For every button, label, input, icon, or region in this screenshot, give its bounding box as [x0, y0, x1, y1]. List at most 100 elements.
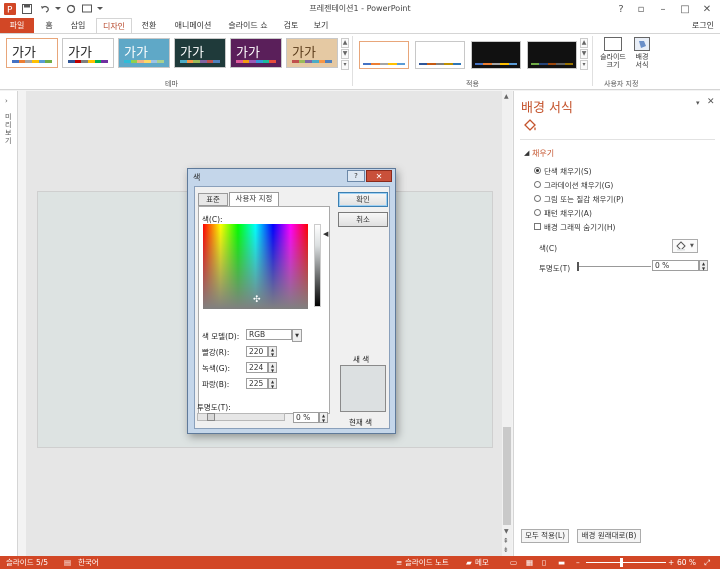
transparency-spinner[interactable]: ▲ ▼ [699, 260, 708, 271]
luminance-slider[interactable] [314, 224, 321, 307]
pane-close-icon[interactable]: ✕ [707, 97, 715, 107]
tab-file[interactable]: 파일 [0, 18, 34, 34]
apply-all-button[interactable]: 모두 적용(L) [521, 529, 569, 543]
maximize-icon[interactable]: □ [674, 0, 696, 18]
green-spinner[interactable]: ▲ ▼ [268, 362, 277, 373]
hide-background-graphics-checkbox[interactable] [534, 223, 541, 230]
tab-standard[interactable]: 표준 [198, 193, 228, 206]
theme-thumbnail[interactable]: 가가 [286, 38, 338, 68]
fill-option-radio[interactable] [534, 209, 541, 216]
dialog-transparency-slider[interactable] [197, 413, 285, 421]
slide-sorter-icon[interactable]: ▦ [526, 557, 533, 568]
color-model-dropdown-icon[interactable]: ▼ [292, 329, 302, 342]
fill-color-button[interactable]: ▼ [672, 239, 698, 253]
transparency-slider-track[interactable] [578, 266, 651, 267]
tab-custom[interactable]: 사용자 지정 [229, 192, 279, 206]
expand-thumbnails-icon[interactable]: › [5, 97, 8, 105]
scroll-up-arrow-icon[interactable]: ▲ [504, 93, 509, 100]
ok-button[interactable]: 확인 [338, 192, 388, 207]
dialog-help-button[interactable]: ? [347, 170, 365, 182]
theme-thumbnail[interactable]: 가가 [174, 38, 226, 68]
fill-option-radio[interactable] [534, 195, 541, 202]
variant-scroll-down[interactable]: ▼ [580, 49, 588, 59]
normal-view-icon[interactable]: ▭ [510, 557, 517, 568]
zoom-out-icon[interactable]: – [576, 557, 580, 568]
login-link[interactable]: 로그인 [692, 18, 714, 33]
blue-spinner[interactable]: ▲ ▼ [268, 378, 277, 389]
tab-transitions[interactable]: 전환 [135, 18, 163, 34]
color-spectrum-picker[interactable]: ✣ [203, 224, 308, 309]
notes-icon: ≡ [396, 558, 403, 567]
color-model-select[interactable]: RGB [246, 329, 292, 340]
fill-section-title[interactable]: 채우기 [532, 148, 554, 159]
slide-size-button[interactable]: 슬라이드 크기 [598, 37, 628, 77]
red-input[interactable]: 220 [246, 346, 268, 357]
slideshow-view-icon[interactable]: ▬ [558, 557, 565, 568]
scroll-down-arrow-icon[interactable]: ▼ [504, 528, 509, 535]
variant-4[interactable] [527, 41, 577, 69]
theme-color-bar [12, 60, 53, 63]
fill-bucket-icon[interactable] [523, 119, 537, 133]
spellcheck-icon[interactable]: ▤ [64, 557, 71, 568]
zoom-slider-thumb[interactable] [620, 558, 623, 567]
tab-animations[interactable]: 애니메이션 [167, 18, 219, 34]
vertical-scrollbar[interactable]: ▲ ▼ ⇞ ⇟ [502, 91, 512, 556]
dialog-close-button[interactable]: ✕ [366, 170, 392, 182]
format-background-icon [634, 37, 650, 51]
fill-option-radio[interactable] [534, 181, 541, 188]
zoom-slider-track[interactable] [586, 562, 666, 563]
theme-thumbnail[interactable]: 가가 [6, 38, 58, 68]
pane-options-icon[interactable]: ▾ [696, 99, 700, 107]
theme-color-bar [236, 60, 277, 63]
zoom-in-icon[interactable]: + [668, 557, 674, 568]
tab-home[interactable]: 홈 [38, 18, 60, 34]
blue-label: 파랑(B): [202, 380, 230, 389]
theme-thumbnail[interactable]: 가가 [230, 38, 282, 68]
luminance-arrow-icon[interactable]: ◀ [323, 230, 328, 238]
previous-slide-icon[interactable]: ⇞ [503, 537, 509, 545]
red-spinner[interactable]: ▲ ▼ [268, 346, 277, 357]
theme-scroll-down[interactable]: ▼ [341, 49, 349, 59]
variant-1[interactable] [359, 41, 409, 69]
close-icon[interactable]: ✕ [696, 0, 718, 18]
fit-to-window-icon[interactable]: ⤢ [704, 557, 710, 568]
tab-view[interactable]: 보기 [308, 18, 334, 34]
blue-input[interactable]: 225 [246, 378, 268, 389]
reading-view-icon[interactable]: ▯ [542, 557, 546, 568]
green-input[interactable]: 224 [246, 362, 268, 373]
slide-size-icon [604, 37, 622, 51]
ribbon-display-icon[interactable]: ▫ [630, 0, 652, 18]
theme-more[interactable]: ▾ [341, 60, 349, 70]
fill-option-radio[interactable] [534, 167, 541, 174]
comments-button[interactable]: 메모 [475, 557, 489, 568]
format-background-label: 배경 서식 [635, 53, 649, 69]
fill-option-label: 패턴 채우기(A) [544, 209, 592, 218]
help-icon[interactable]: ? [610, 0, 632, 18]
dialog-transparency-thumb[interactable] [207, 413, 215, 421]
notes-button[interactable]: 슬라이드 노트 [405, 557, 449, 568]
variant-scroll-up[interactable]: ▲ [580, 38, 588, 48]
theme-thumbnail[interactable]: 가가 [62, 38, 114, 68]
dialog-transparency-spinner[interactable]: ▲ ▼ [319, 412, 328, 423]
tab-review[interactable]: 검토 [278, 18, 304, 34]
zoom-level[interactable]: 60 % [677, 557, 696, 568]
transparency-slider-thumb[interactable] [577, 262, 579, 271]
format-background-button[interactable]: 배경 서식 [630, 37, 654, 77]
variant-more[interactable]: ▾ [580, 60, 588, 70]
theme-scroll-up[interactable]: ▲ [341, 38, 349, 48]
dialog-transparency-input[interactable]: 0 % [293, 412, 319, 423]
scroll-thumb[interactable] [503, 427, 511, 525]
thumbnail-strip: › 미리보기 [0, 91, 18, 556]
minimize-icon[interactable]: – [652, 0, 674, 18]
variant-3[interactable] [471, 41, 521, 69]
fill-section-toggle-icon[interactable]: ◢ [524, 149, 529, 157]
language-label[interactable]: 한국어 [78, 557, 99, 568]
tab-insert[interactable]: 삽입 [64, 18, 92, 34]
theme-thumbnail[interactable]: 가가 [118, 38, 170, 68]
reset-background-button[interactable]: 배경 원래대로(B) [577, 529, 641, 543]
cancel-button[interactable]: 취소 [338, 212, 388, 227]
variant-2[interactable] [415, 41, 465, 69]
next-slide-icon[interactable]: ⇟ [503, 546, 509, 554]
transparency-input[interactable]: 0 % [652, 260, 699, 271]
tab-slideshow[interactable]: 슬라이드 쇼 [222, 18, 274, 34]
